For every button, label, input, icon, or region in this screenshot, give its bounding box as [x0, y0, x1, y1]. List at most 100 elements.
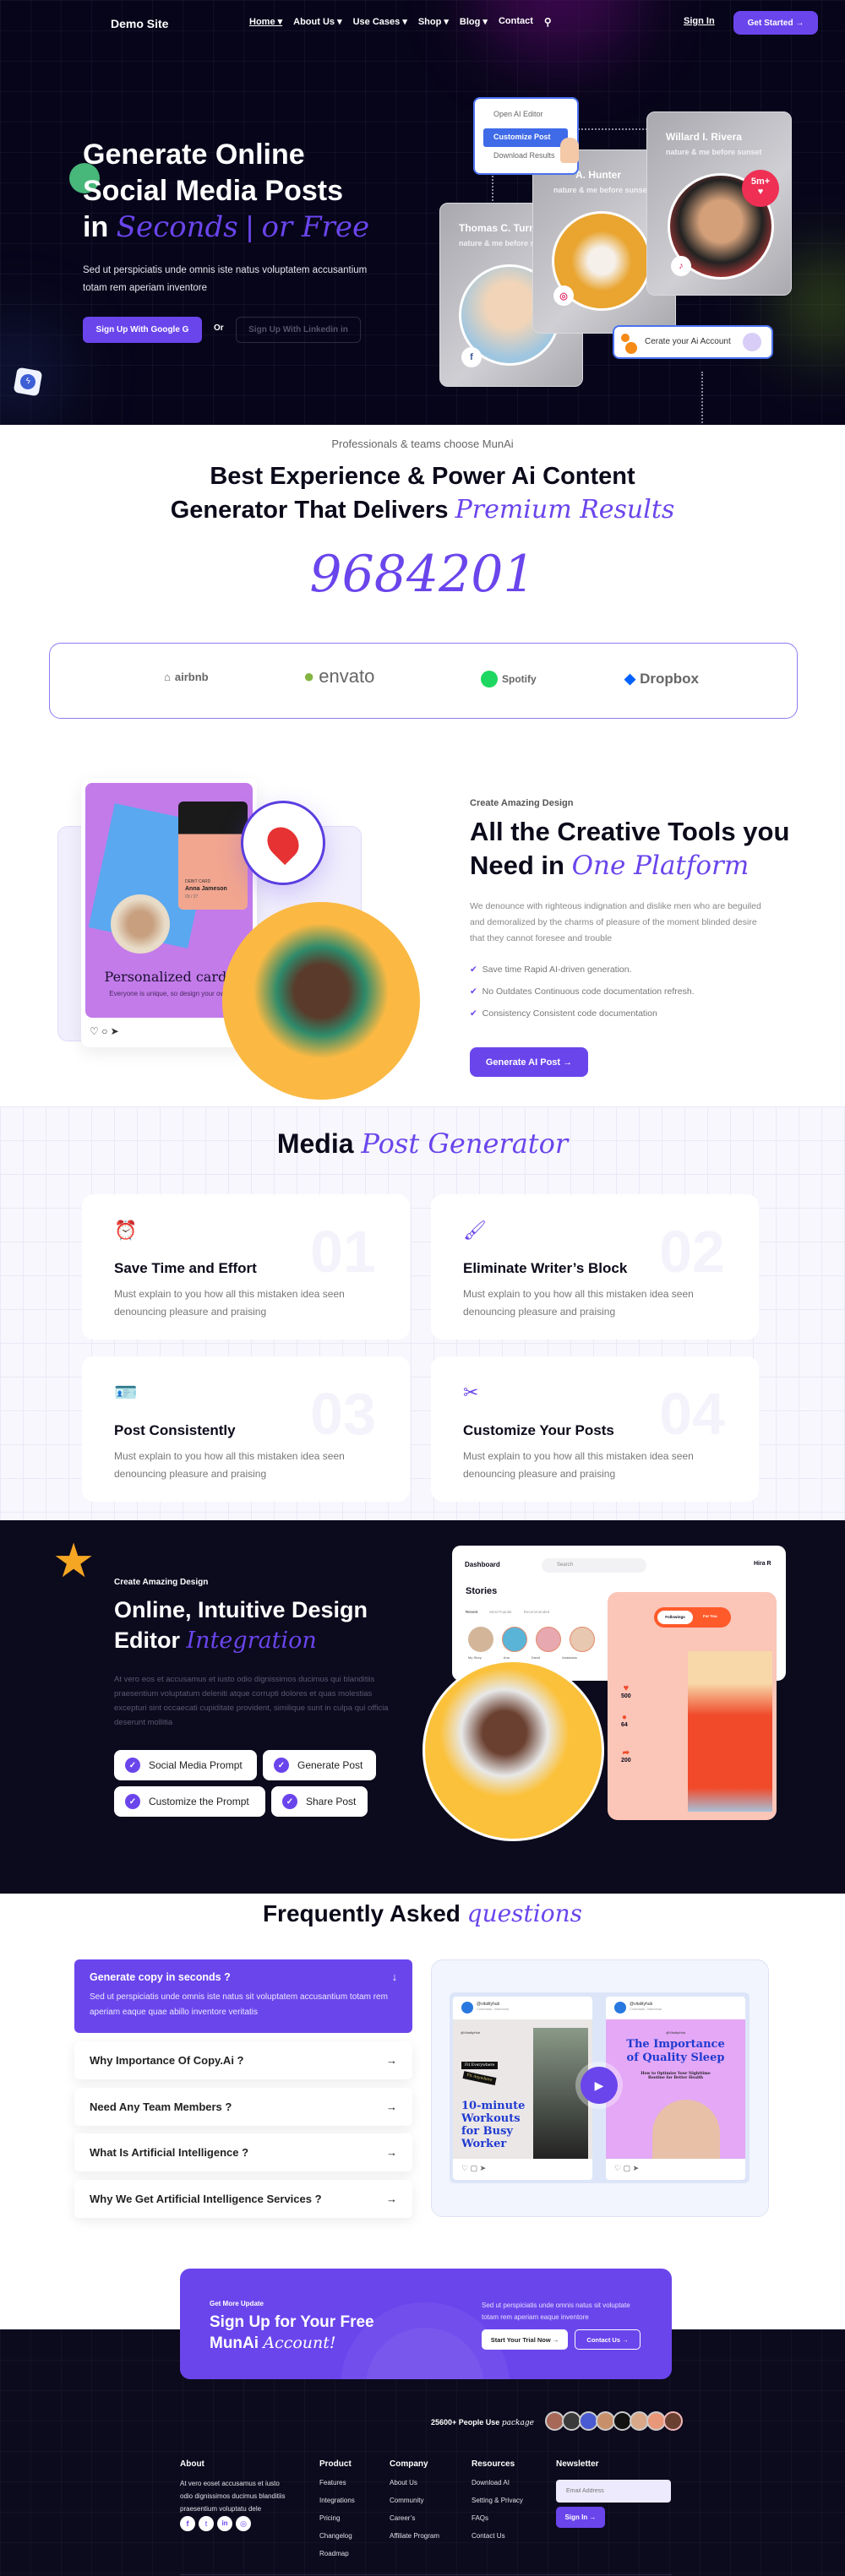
linkedin-icon[interactable]: in — [217, 2516, 232, 2531]
faq-item[interactable]: What Is Artificial Intelligence ? → — [74, 2133, 412, 2171]
nav-item-use-cases[interactable]: Use Cases ▾ — [353, 16, 407, 28]
creative-eyebrow: Create Amazing Design — [470, 798, 574, 808]
footer-link[interactable]: Changelog — [319, 2527, 355, 2545]
footer-link[interactable]: Pricing — [319, 2509, 355, 2527]
hero-title-accent: Seconds — [116, 210, 238, 244]
newsletter-email-input[interactable] — [556, 2480, 671, 2503]
footer-link[interactable]: Features — [319, 2474, 355, 2492]
hero-title: Generate Online Social Media Posts in Se… — [83, 139, 370, 244]
post-preview: @vitalityhub Colomadu, Indonesia @Vitali… — [606, 1997, 745, 2180]
faq-item[interactable]: Why Importance Of Copy.Ai ? → — [74, 2041, 412, 2079]
create-account-card[interactable]: Cerate your Ai Account — [613, 325, 773, 359]
feature-card: 04 ✂ Customize Your Posts Must explain t… — [431, 1356, 759, 1502]
play-button[interactable]: ▶ — [575, 2062, 623, 2109]
bullet-item: ✔ No Outdates Continuous code documentat… — [470, 986, 695, 997]
vitality-logo-icon — [461, 2002, 473, 2014]
heart-icon: ♥ — [623, 1683, 630, 1693]
get-started-button[interactable]: Get Started → — [733, 11, 818, 35]
features-title: Media Post Generator — [276, 1128, 569, 1160]
chat-3d-icon: ϟ — [13, 367, 43, 397]
signup-linkedin-button[interactable]: Sign Up With Linkedin in — [236, 317, 361, 343]
facebook-icon[interactable]: f — [180, 2516, 195, 2531]
chip-share-post[interactable]: ✓ Share Post — [271, 1786, 368, 1817]
check-badge-icon: ✔ — [470, 965, 477, 975]
editor-title: Online, Intuitive Design Editor Integrat… — [114, 1597, 368, 1654]
newsletter-sign-in-button[interactable]: Sign In → — [556, 2507, 605, 2528]
logo-spotify: Spotify — [481, 671, 537, 687]
footer-link[interactable]: FAQs — [472, 2509, 523, 2527]
faq-item-open[interactable]: Generate copy in seconds ? ↓ Sed ut persp… — [74, 1959, 412, 2033]
nav-item-contact[interactable]: Contact — [499, 16, 533, 28]
post-actions[interactable]: ♡ ○ ➤ — [90, 1025, 119, 1037]
story-avatar — [570, 1627, 595, 1652]
alarm-clock-icon: ⏰ — [114, 1220, 138, 1241]
share-icon: ➦ — [622, 1748, 630, 1758]
spotify-icon — [481, 671, 498, 687]
instagram-icon: ◎ — [553, 285, 574, 306]
sign-in-link[interactable]: Sign In — [684, 16, 715, 26]
or-label: Or — [214, 323, 224, 333]
nav-item-shop[interactable]: Shop ▾ — [418, 16, 449, 28]
footer-link[interactable]: Career’s — [390, 2509, 439, 2527]
nav-item-about[interactable]: About Us ▾ — [293, 16, 341, 28]
heart-icon: ♥ — [757, 187, 764, 197]
footer-newsletter-title: Newsletter — [556, 2459, 599, 2469]
feed-toggle: Followings For You — [654, 1607, 731, 1628]
envato-icon: ● — [303, 666, 315, 687]
logo-envato: ● envato — [303, 666, 375, 687]
woman-sleeping-photo — [652, 2100, 720, 2159]
cta-eyebrow: Get More Update — [210, 2300, 264, 2307]
feature-card: 02 🖌 Eliminate Writer’s Block Must expla… — [431, 1194, 759, 1340]
footer-link[interactable]: Roadmap — [319, 2545, 355, 2562]
generate-ai-post-button[interactable]: Generate AI Post → — [470, 1047, 588, 1077]
signup-google-button[interactable]: Sign Up With Google G — [83, 317, 202, 343]
footer-link[interactable]: Community — [390, 2492, 439, 2509]
check-badge-icon: ✔ — [470, 1008, 477, 1019]
footer-link[interactable]: Affiliate Program — [390, 2527, 439, 2545]
footer-link[interactable]: Download AI — [472, 2474, 523, 2492]
nav-item-blog[interactable]: Blog ▾ — [460, 16, 488, 28]
contact-us-button[interactable]: Contact Us → — [575, 2329, 641, 2350]
feature-card: 03 🪪 Post Consistently Must explain to y… — [82, 1356, 410, 1502]
woman-laptop-photo — [422, 1660, 604, 1841]
features-section: Media Post Generator 01 ⏰ Save Time and … — [0, 1106, 845, 1520]
post-actions[interactable]: ♡ ▢ ➤ — [614, 2164, 639, 2173]
start-trial-button[interactable]: Start Your Trial Now → — [482, 2329, 568, 2350]
faq-item[interactable]: Need Any Team Members ? → — [74, 2088, 412, 2126]
footer-socials: f t in ◎ — [180, 2516, 251, 2531]
footer-link[interactable]: About Us — [390, 2474, 439, 2492]
faq-item[interactable]: Why We Get Artificial Intelligence Servi… — [74, 2180, 412, 2218]
star-3d-icon: ★ — [52, 1534, 95, 1587]
brand-logos: ⌂ airbnb ● envato Spotify ◆ Dropbox — [49, 643, 798, 719]
instagram-icon[interactable]: ◎ — [236, 2516, 251, 2531]
logo-dropbox: ◆ Dropbox — [624, 671, 699, 687]
footer-link[interactable]: Integrations — [319, 2492, 355, 2509]
arrow-right-icon: → — [386, 2100, 397, 2113]
chip-generate-post[interactable]: ✓ Generate Post — [263, 1750, 376, 1780]
editor-eyebrow: Create Amazing Design — [114, 1578, 209, 1587]
chip-customize-prompt[interactable]: ✓ Customize the Prompt — [114, 1786, 265, 1817]
arrow-right-icon: → — [386, 2054, 397, 2067]
creative-body: We denounce with righteous indignation a… — [470, 901, 761, 943]
linkedin-icon: in — [340, 325, 348, 334]
faq-title: Frequently Asked questions — [262, 1899, 583, 1927]
chip-social-media-prompt[interactable]: ✓ Social Media Prompt — [114, 1750, 257, 1780]
location-pin-icon — [241, 801, 325, 885]
footer-col-links: Features Integrations Pricing Changelog … — [319, 2474, 355, 2562]
nav-item-home[interactable]: Home ▾ — [249, 16, 282, 28]
tiktok-icon: ♪ — [671, 256, 691, 276]
site-logo[interactable]: Demo Site — [111, 17, 168, 30]
menu-item-customize[interactable]: Customize Post — [483, 128, 568, 147]
search-icon[interactable]: ⚲ — [544, 16, 552, 28]
menu-item-open-editor[interactable]: Open AI Editor — [493, 110, 543, 118]
post-actions[interactable]: ♡ ▢ ➤ — [461, 2164, 486, 2173]
menu-item-download[interactable]: Download Results — [493, 151, 555, 160]
creative-bullets: ✔ Save time Rapid AI-driven generation. … — [470, 965, 695, 1030]
editor-body: At vero eos et accusamus et iusto odio d… — [114, 1675, 389, 1727]
footer-link[interactable]: Setting & Privacy — [472, 2492, 523, 2509]
likes-badge: 5m+ ♥ — [742, 170, 779, 207]
comment-icon: ● — [621, 1713, 627, 1722]
footer-link[interactable]: Contact Us — [472, 2527, 523, 2545]
twitter-icon[interactable]: t — [199, 2516, 214, 2531]
hero-subtitle: Sed ut perspiciatis unde omnis iste natu… — [83, 265, 368, 293]
